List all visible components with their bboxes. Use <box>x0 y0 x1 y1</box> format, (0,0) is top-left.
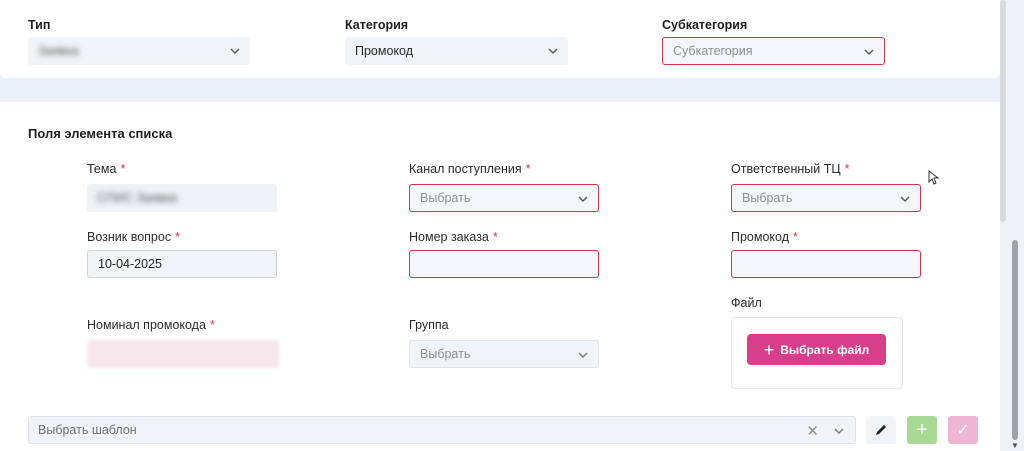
choose-file-button[interactable]: + Выбрать файл <box>747 334 886 365</box>
template-select[interactable]: Выбрать шаблон ✕ <box>28 416 856 444</box>
question-date-value: 10-04-2025 <box>98 257 162 271</box>
type-label: Тип <box>28 18 51 32</box>
topic-value: СПИС Заявка <box>97 191 178 205</box>
topic-input[interactable]: СПИС Заявка <box>87 184 277 212</box>
clear-icon[interactable]: ✕ <box>806 424 819 439</box>
chevron-down-icon <box>548 48 558 54</box>
channel-placeholder: Выбрать <box>420 191 471 205</box>
category-value: Промокод <box>355 44 414 58</box>
edit-template-button[interactable] <box>866 416 896 444</box>
file-label: Файл <box>731 296 762 310</box>
channel-select[interactable]: Выбрать <box>409 184 599 212</box>
responsible-placeholder: Выбрать <box>742 191 793 205</box>
order-number-input[interactable] <box>409 250 599 278</box>
question-date-label: Возник вопрос * <box>87 230 180 244</box>
type-select[interactable]: Заявка <box>28 37 250 65</box>
template-placeholder: Выбрать шаблон <box>38 423 137 437</box>
page-scrollbar[interactable] <box>1012 240 1018 440</box>
nominal-label: Номинал промокода * <box>87 318 215 332</box>
pencil-icon <box>876 425 886 435</box>
check-icon: ✓ <box>956 422 970 439</box>
confirm-button[interactable]: ✓ <box>948 416 978 444</box>
section-gap <box>0 78 1000 102</box>
chevron-down-icon[interactable] <box>834 426 844 436</box>
group-select[interactable]: Выбрать <box>409 340 599 368</box>
chevron-down-icon <box>864 49 874 55</box>
order-number-label: Номер заказа * <box>409 230 498 244</box>
section-title: Поля элемента списка <box>28 126 173 141</box>
promo-input[interactable] <box>731 250 921 278</box>
subcategory-select[interactable]: Субкатегория <box>662 37 885 65</box>
chevron-down-icon <box>578 196 588 202</box>
nominal-input[interactable] <box>87 340 279 368</box>
category-select[interactable]: Промокод <box>345 37 568 65</box>
add-button[interactable]: + <box>907 416 937 444</box>
category-label: Категория <box>345 18 409 32</box>
chevron-down-icon <box>900 196 910 202</box>
subcategory-placeholder: Субкатегория <box>673 44 753 58</box>
mouse-cursor-icon <box>928 170 940 185</box>
inner-scrollbar[interactable] <box>1000 0 1006 222</box>
question-date-input[interactable]: 10-04-2025 <box>87 250 277 278</box>
plus-icon: + <box>916 418 928 441</box>
plus-icon: + <box>763 339 775 360</box>
chevron-down-icon <box>578 352 588 358</box>
scroll-down-icon[interactable]: ▼ <box>1011 441 1019 450</box>
responsible-select[interactable]: Выбрать <box>731 184 921 212</box>
chevron-down-icon <box>230 48 240 54</box>
topic-label: Тема * <box>87 162 126 176</box>
group-placeholder: Выбрать <box>420 347 471 361</box>
type-value: Заявка <box>38 44 79 58</box>
responsible-label: Ответственный ТЦ * <box>731 162 850 176</box>
promo-label: Промокод * <box>731 230 798 244</box>
subcategory-label: Субкатегория <box>662 18 748 32</box>
channel-label: Канал поступления * <box>409 162 531 176</box>
group-label: Группа <box>409 318 449 332</box>
